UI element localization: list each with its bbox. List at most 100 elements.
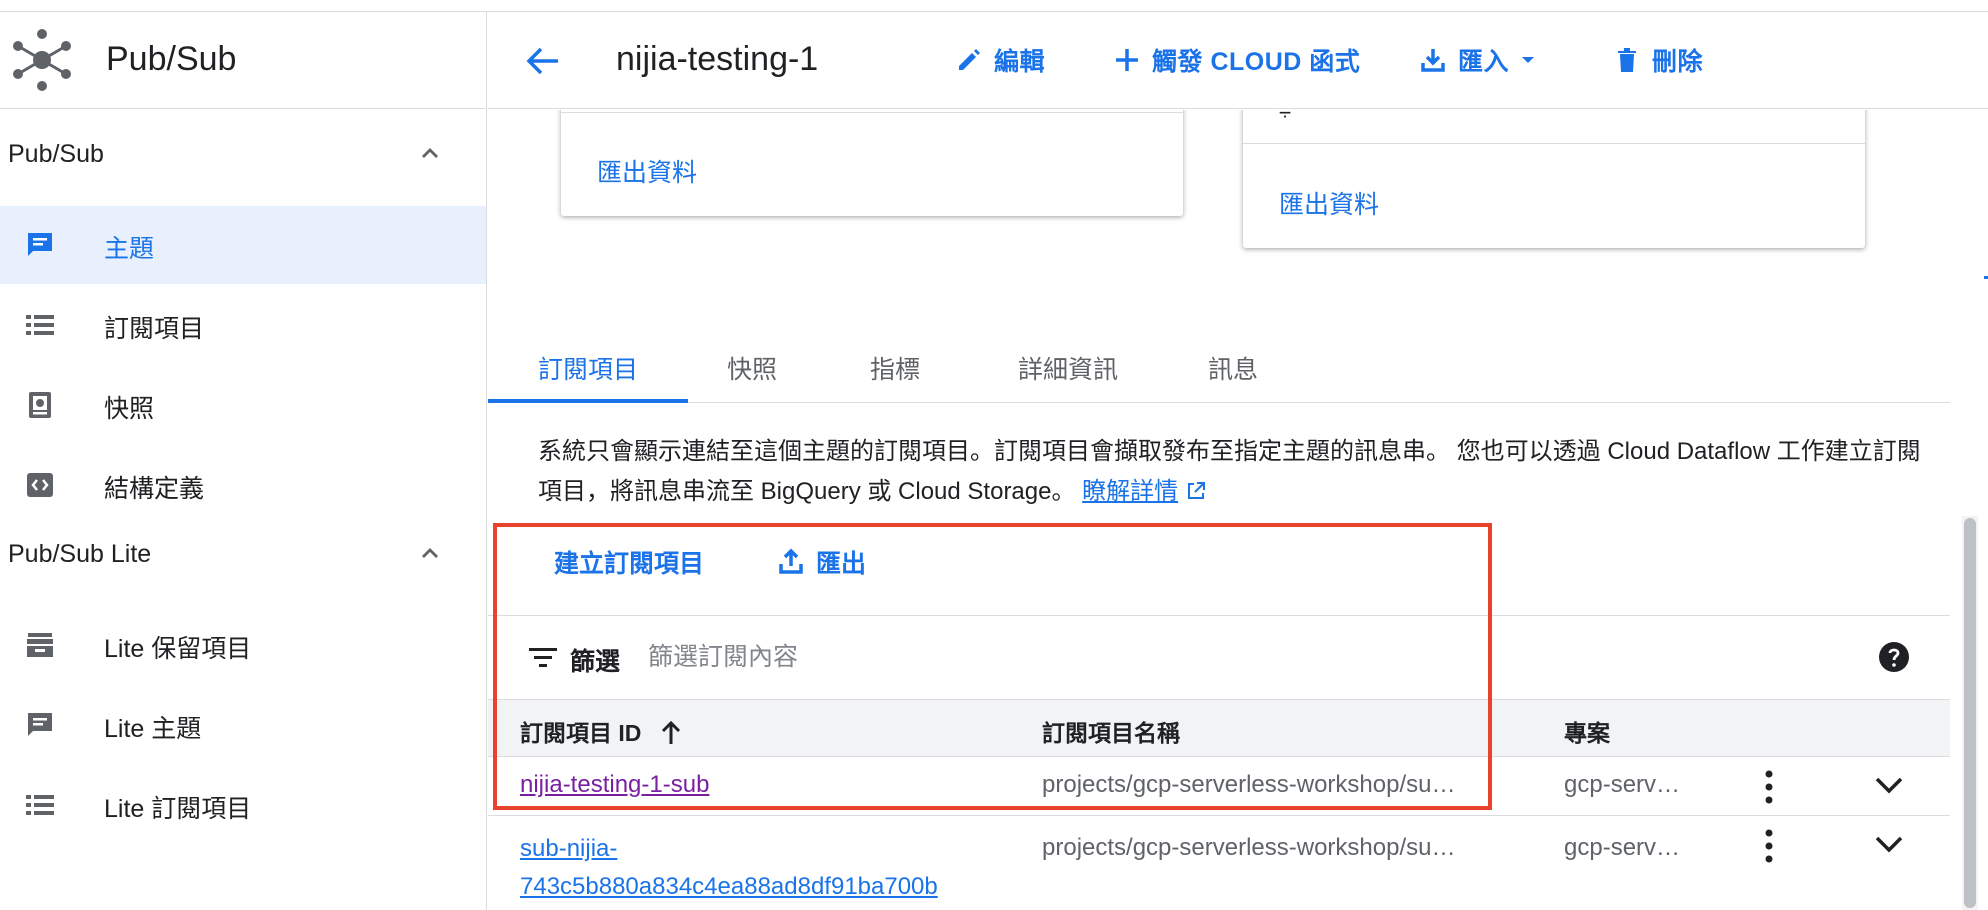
filter-icon <box>528 645 558 671</box>
create-subscription-button[interactable]: 建立訂閱項目 <box>554 544 704 580</box>
sidebar-item-label: 結構定義 <box>104 475 205 503</box>
tab-bar: 訂閱項目 快照 指標 詳細資訊 訊息 <box>488 330 1950 403</box>
subscription-id-link[interactable]: sub-nijia- 743c5b880a834c4ea88ad8df91ba7… <box>520 830 938 906</box>
dropdown-arrow-icon <box>1522 57 1535 63</box>
scrollbar-thumb[interactable] <box>1964 518 1976 908</box>
more-vert-icon[interactable] <box>1764 770 1774 804</box>
table-actions: 建立訂閱項目 匯出 <box>488 508 1950 616</box>
plus-icon <box>1116 49 1138 71</box>
delete-label: 刪除 <box>1652 48 1704 76</box>
tab-description: 系統只會顯示連結至這個主題的訂閱項目。訂閱項目會擷取發布至指定主題的訊息串。 您… <box>538 432 1938 512</box>
external-link-icon <box>1185 480 1207 502</box>
filter-bar: 篩選 <box>488 617 1950 699</box>
column-label: 訂閱項目 ID <box>520 720 642 746</box>
table-row: nijia-testing-1-sub projects/gcp-serverl… <box>488 757 1950 816</box>
pubsub-logo-icon <box>10 28 74 92</box>
subscription-name: projects/gcp-serverless-workshop/su… <box>1042 771 1456 798</box>
delete-button[interactable]: 刪除 <box>1612 38 1703 82</box>
snapshot-icon <box>24 389 56 421</box>
trigger-cloud-function-button[interactable]: 觸發 CLOUD 函式 <box>1112 38 1360 82</box>
subscription-id-line: 743c5b880a834c4ea88ad8df91ba700b <box>520 873 938 900</box>
reservation-icon <box>24 629 56 661</box>
sidebar-item-topics[interactable]: 主題 <box>0 206 486 284</box>
learn-more-label: 瞭解詳情 <box>1082 478 1179 505</box>
section-label: Pub/Sub Lite <box>8 540 152 568</box>
description-text: 系統只會顯示連結至這個主題的訂閱項目。訂閱項目會擷取發布至指定主題的訊息串。 您… <box>538 438 1921 505</box>
sidebar-item-label: Lite 主題 <box>104 715 202 743</box>
topic-icon <box>24 709 56 741</box>
project-name: gcp-serv… <box>1564 771 1681 798</box>
subscription-name: projects/gcp-serverless-workshop/su… <box>1042 834 1456 861</box>
sidebar-item-label: 快照 <box>104 395 155 423</box>
product-header: Pub/Sub <box>0 12 486 109</box>
sidebar-item-snapshots[interactable]: 快照 <box>0 366 486 444</box>
column-header-subscription-name[interactable]: 訂閱項目名稱 <box>1042 714 1180 748</box>
export-data-link[interactable]: 匯出資料 <box>1279 185 1379 221</box>
back-arrow-icon[interactable] <box>524 42 562 80</box>
table-header: 訂閱項目 ID 訂閱項目名稱 專案 <box>488 699 1950 757</box>
trash-icon <box>1618 48 1636 72</box>
export-label: 匯出 <box>816 550 867 578</box>
topic-icon <box>24 229 56 261</box>
tab-details[interactable]: 詳細資訊 <box>988 330 1148 403</box>
sidebar-item-lite-topics[interactable]: Lite 主題 <box>0 686 486 764</box>
page-header: nijia-testing-1 編輯 觸發 CLOUD 函式 匯入 刪除 <box>488 12 1988 109</box>
chevron-up-icon <box>418 142 442 166</box>
section-header-pubsub-lite[interactable]: Pub/Sub Lite <box>0 524 486 584</box>
card-partial-text: ÷ <box>1279 110 1292 125</box>
column-header-subscription-id[interactable]: 訂閱項目 ID <box>520 714 684 748</box>
schema-icon <box>24 469 56 501</box>
sidebar-item-lite-subscriptions[interactable]: Lite 訂閱項目 <box>0 766 486 844</box>
project-name: gcp-serv… <box>1564 834 1681 861</box>
create-subscription-label: 建立訂閱項目 <box>554 550 705 578</box>
sidebar-item-label: Lite 訂閱項目 <box>104 795 252 823</box>
tab-metrics[interactable]: 指標 <box>840 330 950 403</box>
sidebar-item-label: 主題 <box>104 235 155 263</box>
filter-input[interactable] <box>648 635 1548 679</box>
sidebar: Pub/Sub Pub/Sub 主題 訂閱項目 快照 結構定義 Pub/Sub … <box>0 12 487 910</box>
sidebar-item-schemas[interactable]: 結構定義 <box>0 446 486 524</box>
export-data-link[interactable]: 匯出資料 <box>597 153 697 189</box>
learn-more-link[interactable]: 瞭解詳情 <box>1082 478 1178 505</box>
edge-marker <box>1984 276 1988 279</box>
table-row: sub-nijia- 743c5b880a834c4ea88ad8df91ba7… <box>488 816 1950 910</box>
expand-more-icon[interactable] <box>1874 834 1904 854</box>
tab-messages[interactable]: 訊息 <box>1178 330 1288 403</box>
product-title: Pub/Sub <box>106 40 237 78</box>
subscription-id-link[interactable]: nijia-testing-1-sub <box>520 771 709 799</box>
card-divider <box>561 112 1183 113</box>
column-header-project[interactable]: 專案 <box>1564 714 1610 748</box>
upload-icon <box>779 548 803 574</box>
trigger-label: 觸發 CLOUD 函式 <box>1152 48 1361 76</box>
card-divider <box>1243 143 1865 144</box>
top-border <box>0 0 1988 12</box>
export-card-right: ÷ 匯出資料 <box>1243 110 1865 248</box>
sort-arrow-up-icon <box>661 720 680 744</box>
tab-subscriptions[interactable]: 訂閱項目 <box>488 330 688 403</box>
edit-label: 編輯 <box>994 48 1046 76</box>
filter-label: 篩選 <box>570 648 621 676</box>
expand-more-icon[interactable] <box>1874 775 1904 795</box>
page-title: nijia-testing-1 <box>616 40 819 78</box>
main-content: 匯出資料 ÷ 匯出資料 訂閱項目 快照 指標 詳細資訊 訊息 系統只會顯示連結至… <box>488 110 1988 910</box>
subscription-id-line: sub-nijia- <box>520 835 618 862</box>
help-icon[interactable] <box>1878 641 1910 673</box>
import-button[interactable]: 匯入 <box>1418 38 1537 82</box>
section-label: Pub/Sub <box>8 140 104 168</box>
list-icon <box>24 309 56 341</box>
sidebar-item-label: Lite 保留項目 <box>104 635 252 663</box>
sidebar-item-lite-reservations[interactable]: Lite 保留項目 <box>0 606 486 684</box>
download-icon <box>1421 49 1445 72</box>
list-icon <box>24 789 56 821</box>
export-card-left: 匯出資料 <box>561 110 1183 216</box>
section-header-pubsub[interactable]: Pub/Sub <box>0 124 486 184</box>
import-label: 匯入 <box>1458 48 1510 76</box>
more-vert-icon[interactable] <box>1764 829 1774 863</box>
sidebar-item-label: 訂閱項目 <box>104 315 205 343</box>
sidebar-item-subscriptions[interactable]: 訂閱項目 <box>0 286 486 364</box>
export-button[interactable]: 匯出 <box>776 544 866 580</box>
edit-button[interactable]: 編輯 <box>954 38 1045 82</box>
chevron-up-icon <box>418 542 442 566</box>
tab-snapshots[interactable]: 快照 <box>704 330 800 403</box>
pencil-icon <box>959 49 980 70</box>
